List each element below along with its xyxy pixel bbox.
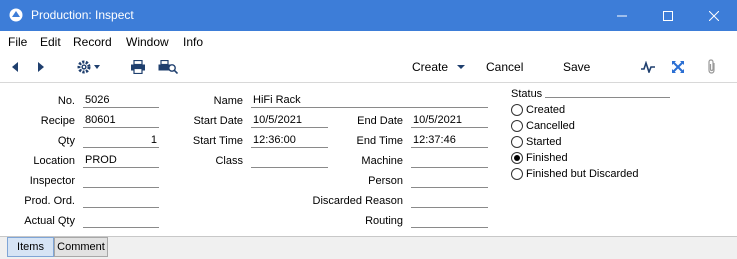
save-button[interactable]: Save (563, 51, 590, 83)
machine-label: Machine (361, 155, 403, 167)
minimize-button[interactable] (599, 0, 645, 31)
menu-bar: File Edit Record Window Info (0, 31, 737, 51)
menu-edit[interactable]: Edit (40, 35, 61, 49)
tab-comment[interactable]: Comment (54, 237, 108, 257)
start-date-field[interactable]: 10/5/2021 (251, 114, 328, 128)
radio-circle-icon (511, 120, 523, 132)
recipe-label: Recipe (40, 115, 75, 127)
status-option-label: Started (526, 136, 562, 148)
discarded-reason-field[interactable] (411, 194, 488, 208)
cancel-button[interactable]: Cancel (486, 51, 523, 83)
start-time-label: Start Time (192, 135, 243, 147)
menu-file[interactable]: File (8, 35, 27, 49)
discarded-reason-label: Discarded Reason (312, 195, 404, 207)
title-bar: Production: Inspect (0, 0, 737, 31)
create-label: Create (412, 60, 449, 74)
radio-selected-icon (511, 152, 523, 164)
end-date-field[interactable]: 10/5/2021 (411, 114, 488, 128)
status-option-label: Finished but Discarded (526, 168, 639, 180)
status-radio-finished-but-discarded[interactable]: Finished but Discarded (511, 167, 639, 181)
status-radio-created[interactable]: Created (511, 103, 565, 117)
radio-circle-icon (511, 168, 523, 180)
recipe-field[interactable]: 80601 (83, 114, 159, 128)
pulse-icon (641, 61, 655, 73)
print-preview-icon (158, 60, 178, 74)
routing-label: Routing (365, 215, 403, 227)
tab-bar: Items Comment (0, 236, 737, 259)
actual-qty-field[interactable] (83, 214, 159, 228)
start-date-label: Start Date (193, 115, 243, 127)
class-label: Class (215, 155, 243, 167)
location-label: Location (33, 155, 75, 167)
app-logo-icon (9, 8, 23, 22)
location-field[interactable]: PROD (83, 154, 159, 168)
prod-ord-field[interactable] (83, 194, 159, 208)
status-option-label: Cancelled (526, 120, 575, 132)
maximize-icon (663, 10, 673, 21)
cancel-label: Cancel (486, 60, 524, 74)
person-field[interactable] (411, 174, 488, 188)
name-label: Name (213, 95, 243, 107)
actual-qty-label: Actual Qty (24, 215, 75, 227)
save-label: Save (563, 60, 591, 74)
inspector-field[interactable] (83, 174, 159, 188)
tab-items[interactable]: Items (7, 237, 54, 257)
class-field[interactable] (251, 154, 328, 168)
gear-icon (77, 60, 100, 74)
status-radio-finished[interactable]: Finished (511, 151, 568, 165)
person-label: Person (368, 175, 403, 187)
arrow-left-icon (12, 62, 18, 72)
arrow-right-icon (38, 62, 44, 72)
attach-button[interactable] (706, 51, 718, 83)
expand-icon (672, 61, 684, 73)
status-heading: Status (511, 88, 543, 100)
end-date-label: End Date (357, 115, 403, 127)
previous-record-button[interactable] (10, 51, 20, 83)
tab-comment-label: Comment (57, 241, 105, 253)
machine-field[interactable] (411, 154, 488, 168)
inspector-label: Inspector (29, 175, 75, 187)
status-option-label: Finished (526, 152, 568, 164)
menu-record[interactable]: Record (73, 35, 112, 49)
close-icon (709, 10, 719, 21)
status-radio-started[interactable]: Started (511, 135, 561, 149)
status-option-label: Created (526, 104, 566, 116)
expand-button[interactable] (671, 51, 685, 83)
printer-icon (131, 60, 145, 74)
radio-circle-icon (511, 136, 523, 148)
no-label: No. (57, 95, 75, 107)
maximize-button[interactable] (645, 0, 691, 31)
end-time-field[interactable]: 12:37:46 (411, 134, 488, 148)
chevron-down-icon (457, 65, 466, 69)
status-radio-cancelled[interactable]: Cancelled (511, 119, 575, 133)
next-record-button[interactable] (36, 51, 46, 83)
paperclip-icon (708, 59, 715, 74)
end-time-label: End Time (356, 135, 403, 147)
print-button[interactable] (130, 51, 146, 83)
tab-items-label: Items (17, 241, 44, 253)
prod-ord-label: Prod. Ord. (24, 195, 75, 207)
qty-field[interactable]: 1 (83, 134, 159, 148)
qty-label: Qty (57, 135, 75, 147)
toolbar: Create Cancel Save (0, 51, 737, 83)
status-divider (545, 97, 670, 98)
routing-field[interactable] (411, 214, 488, 228)
menu-window[interactable]: Window (126, 35, 169, 49)
radio-circle-icon (511, 104, 523, 116)
record-form: No. 5026 Recipe 80601 Qty 1 Location PRO… (0, 84, 737, 236)
name-field[interactable]: HiFi Rack (251, 94, 488, 108)
start-time-field[interactable]: 12:36:00 (251, 134, 328, 148)
create-button[interactable]: Create (412, 51, 468, 83)
menu-info[interactable]: Info (183, 35, 203, 49)
minimize-icon (617, 15, 627, 16)
operations-menu-button[interactable] (76, 51, 102, 83)
print-preview-button[interactable] (158, 51, 178, 83)
window-title: Production: Inspect (31, 8, 134, 22)
no-field[interactable]: 5026 (83, 94, 159, 108)
close-button[interactable] (691, 0, 737, 31)
activity-button[interactable] (641, 51, 655, 83)
